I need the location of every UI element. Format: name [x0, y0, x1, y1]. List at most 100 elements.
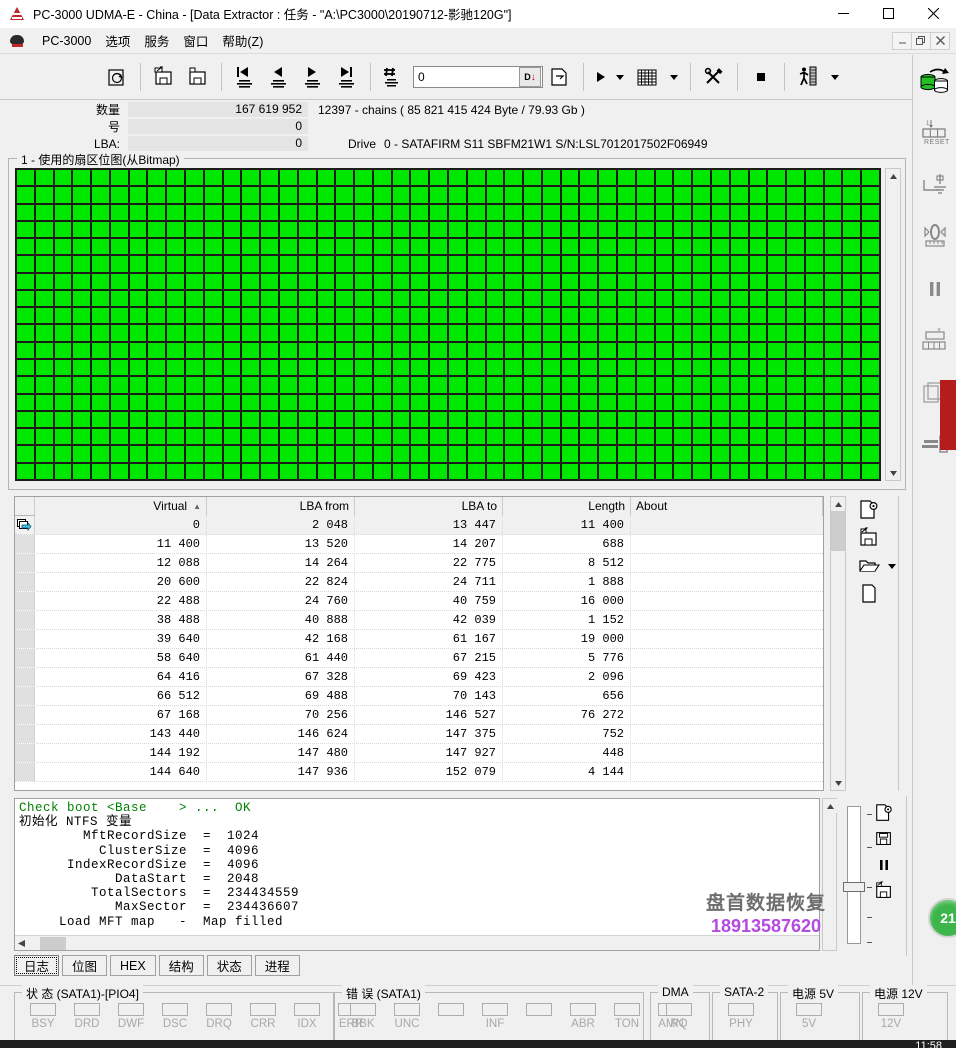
log-slider-track[interactable] [847, 806, 861, 944]
log-speed-slider[interactable] [843, 802, 872, 948]
table-row[interactable]: 58 640 61 440 67 215 5 776 [15, 649, 823, 668]
goto-d-button[interactable]: D ↓ [519, 67, 541, 87]
table-header-lba_from[interactable]: LBA from [207, 497, 355, 516]
map-settings-button[interactable] [854, 496, 884, 524]
table-row[interactable]: 22 488 24 760 40 759 16 000 [15, 592, 823, 611]
table-row[interactable]: 66 512 69 488 70 143 656 [15, 687, 823, 706]
tab-log[interactable]: 日志 [14, 955, 60, 976]
table-row[interactable]: 02 048 13 447 11 400 [15, 516, 823, 535]
play-button[interactable] [590, 61, 610, 93]
sector-bitmap-canvas[interactable] [15, 168, 881, 481]
table-scroll-down-icon[interactable] [831, 776, 845, 790]
table-row[interactable]: 143 440 146 624 147 375 752 [15, 725, 823, 744]
scan-walk-button[interactable] [791, 61, 825, 93]
bitmap-cell [486, 377, 504, 393]
log-pause-button[interactable] [870, 852, 898, 878]
extent-table[interactable]: Virtual ▲ LBA from LBA to Length About 02 048… [14, 496, 824, 791]
table-row[interactable]: 144 192 147 480 147 927 448 [15, 744, 823, 763]
log-scroll-up-icon[interactable] [823, 799, 837, 813]
reset-button[interactable]: 1 RESET [913, 107, 956, 159]
table-scroll-thumb[interactable] [831, 511, 845, 551]
goto-number-input[interactable] [414, 68, 519, 86]
last-record-button[interactable] [330, 61, 364, 93]
open-map-button[interactable] [854, 552, 902, 580]
table-row[interactable]: 20 600 22 824 24 711 1 888 [15, 573, 823, 592]
tab-status[interactable]: 状态 [206, 955, 252, 976]
pause-button[interactable] [913, 263, 956, 315]
table-row[interactable]: 39 640 42 168 61 167 19 000 [15, 630, 823, 649]
minimize-button[interactable] [821, 0, 866, 28]
new-map-button[interactable] [854, 580, 884, 608]
save-task-button[interactable] [147, 61, 181, 93]
log-slider-thumb[interactable] [843, 882, 865, 892]
log-save-as-button[interactable] [870, 878, 898, 904]
power-control-button[interactable] [913, 159, 956, 211]
table-row[interactable]: 67 168 70 256 146 527 76 272 [15, 706, 823, 725]
export-button[interactable] [543, 61, 577, 93]
table-row[interactable]: 64 416 67 328 69 423 2 096 [15, 668, 823, 687]
table-header-length[interactable]: Length [503, 497, 631, 516]
table-cell-virtual: 22 488 [35, 592, 207, 611]
tab-bitmap[interactable]: 位图 [62, 955, 108, 976]
registers-button[interactable]: × [913, 315, 956, 367]
goto-number-field[interactable]: D↓ [413, 66, 543, 88]
play-dropdown-button[interactable] [610, 61, 630, 93]
table-vertical-scrollbar[interactable] [830, 496, 846, 791]
bitmap-scroll-down-icon[interactable] [886, 466, 900, 480]
close-button[interactable] [911, 0, 956, 28]
bottom-tabs[interactable]: 日志 位图 HEX 结构 状态 进程 [14, 955, 914, 977]
table-cell-lba_from: 69 488 [207, 687, 355, 706]
menu-options[interactable]: 选项 [98, 28, 137, 53]
table-row[interactable]: 38 488 40 888 42 039 1 152 [15, 611, 823, 630]
log-console[interactable]: Check boot <Base > ... OK 初始化 NTFS 变量 Mft… [14, 798, 820, 951]
grid-dropdown-button[interactable] [664, 61, 684, 93]
table-row[interactable]: 12 088 14 264 22 775 8 512 [15, 554, 823, 573]
next-record-button[interactable] [296, 61, 330, 93]
log-hscroll-thumb[interactable] [40, 936, 66, 950]
save-as-button[interactable] [181, 61, 215, 93]
bitmap-scrollbar[interactable] [885, 168, 901, 481]
tab-process[interactable]: 进程 [254, 955, 300, 976]
table-row[interactable]: 144 640 147 936 152 079 4 144 [15, 763, 823, 782]
tab-hex[interactable]: HEX [110, 955, 156, 976]
tab-structure[interactable]: 结构 [158, 955, 204, 976]
measure-button[interactable] [913, 211, 956, 263]
prev-record-button[interactable] [262, 61, 296, 93]
maximize-button[interactable] [866, 0, 911, 28]
log-vertical-scrollbar[interactable] [822, 798, 837, 951]
bitmap-cell [355, 342, 372, 359]
refresh-disk-button[interactable] [100, 61, 134, 93]
table-scroll-up-icon[interactable] [831, 497, 845, 511]
grid-view-button[interactable] [630, 61, 664, 93]
menu-window[interactable]: 窗口 [176, 28, 215, 53]
bitmap-cell [787, 429, 804, 445]
stop-button[interactable] [744, 61, 778, 93]
mdi-restore-button[interactable] [911, 31, 931, 50]
table-row[interactable]: 11 400 13 520 14 207 688 [15, 535, 823, 554]
bitmap-cell [655, 411, 673, 428]
bitmap-cell [580, 187, 598, 203]
current-row-arrow-icon [17, 518, 32, 531]
table-header-virtual[interactable]: Virtual ▲ [35, 497, 207, 516]
menu-help[interactable]: 帮助(Z) [215, 28, 270, 53]
log-settings-button[interactable] [870, 800, 898, 826]
menu-service[interactable]: 服务 [137, 28, 176, 53]
table-header-lba_to[interactable]: LBA to [355, 497, 503, 516]
table-body[interactable]: 02 048 13 447 11 400 11 400 13 520 14 207 688 1… [15, 516, 823, 791]
menu-pc3000[interactable]: PC-3000 [35, 31, 98, 51]
table-header-about[interactable]: About [631, 497, 823, 516]
log-horizontal-scrollbar[interactable] [15, 935, 819, 950]
tools-button[interactable] [697, 61, 731, 93]
mdi-close-button[interactable] [930, 31, 950, 50]
first-record-button[interactable] [228, 61, 262, 93]
walk-dropdown-button[interactable] [825, 61, 845, 93]
save-map-button[interactable] [854, 524, 884, 552]
goto-number-button[interactable] [377, 61, 411, 93]
log-save-button[interactable] [870, 826, 898, 852]
bitmap-scroll-up-icon[interactable] [886, 169, 900, 183]
bitmap-cell [655, 187, 673, 203]
bitmap-cell [355, 239, 372, 255]
mdi-minimize-button[interactable] [892, 31, 912, 50]
chevron-down-icon[interactable] [888, 563, 896, 569]
disk-copy-button[interactable] [913, 55, 956, 107]
